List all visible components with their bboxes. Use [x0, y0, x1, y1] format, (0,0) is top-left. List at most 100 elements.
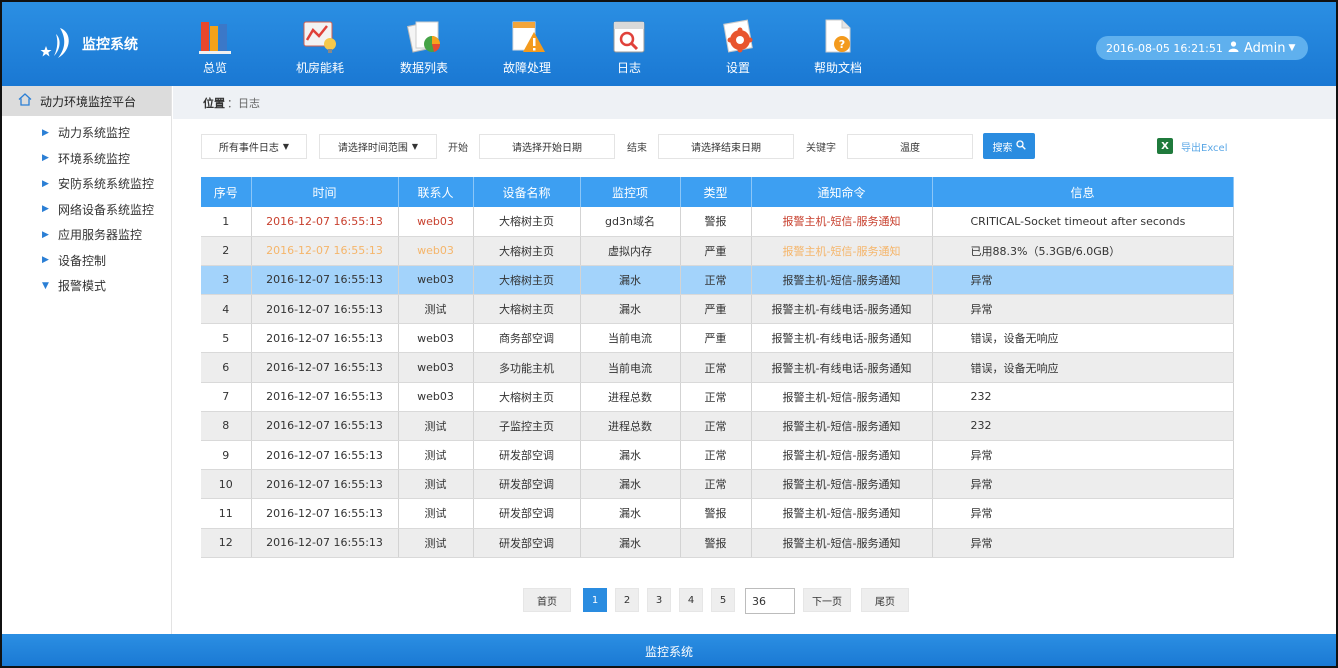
caret-right-icon: ▶: [42, 255, 49, 266]
last-page-button[interactable]: 尾页: [861, 588, 909, 612]
next-page-button[interactable]: 下一页: [803, 588, 851, 612]
cell-contact: 测试: [398, 294, 474, 325]
start-date-input[interactable]: 请选择开始日期: [479, 134, 615, 159]
table-row[interactable]: 9 2016-12-07 16:55:13 测试 研发部空调 漏水 正常 报警主机-短信-服…: [201, 440, 1234, 471]
cell-monitor-item: 漏水: [580, 528, 681, 558]
first-page-button[interactable]: 首页: [523, 588, 571, 612]
column-header-no[interactable]: 序号: [201, 177, 252, 207]
table-row[interactable]: 12 2016-12-07 16:55:13 测试 研发部空调 漏水 警报 报警主机-短信-…: [201, 528, 1234, 558]
cell-contact: web03: [398, 352, 474, 383]
breadcrumb-current[interactable]: 日志: [238, 95, 260, 111]
cell-monitor-item: 漏水: [580, 265, 681, 296]
nav-settings[interactable]: 设置: [698, 16, 778, 78]
table-row[interactable]: 11 2016-12-07 16:55:13 测试 研发部空调 漏水 警报 报警主机-短信-…: [201, 498, 1234, 529]
page-jump-input[interactable]: [745, 588, 795, 614]
table-row[interactable]: 3 2016-12-07 16:55:13 web03 大榕树主页 漏水 正常 报警主机-短…: [201, 265, 1234, 296]
cell-contact: 测试: [398, 528, 474, 558]
page-1-button[interactable]: 1: [583, 588, 607, 612]
cell-info: 错误，设备无响应: [932, 323, 1234, 354]
cell-no: 11: [201, 498, 252, 529]
cell-device: 研发部空调: [473, 440, 581, 471]
cell-info: 232: [932, 382, 1234, 412]
cell-notify-command: 报警主机-有线电话-服务通知: [751, 323, 933, 354]
cell-type: 正常: [680, 265, 752, 296]
sidebar-item-network[interactable]: ▶ 网络设备系统监控: [2, 197, 171, 223]
nav-help-docs[interactable]: ? 帮助文档: [798, 16, 878, 78]
table-header-row: 序号 时间 联系人 设备名称 监控项 类型 通知命令 信息: [201, 177, 1234, 207]
search-icon: [1015, 139, 1026, 153]
table-row[interactable]: 1 2016-12-07 16:55:13 web03 大榕树主页 gd3n域名 警报 报警…: [201, 207, 1234, 237]
table-row[interactable]: 2 2016-12-07 16:55:13 web03 大榕树主页 虚拟内存 严重 报警主机…: [201, 236, 1234, 266]
sidebar-item-alarm-mode[interactable]: ▼ 报警模式: [2, 273, 171, 299]
cell-type: 警报: [680, 528, 752, 558]
column-header-notify-command[interactable]: 通知命令: [751, 177, 933, 207]
cell-time: 2016-12-07 16:55:13: [251, 352, 399, 383]
sidebar-item-security[interactable]: ▶ 安防系统系统监控: [2, 171, 171, 197]
breadcrumb-separator: ：: [227, 96, 238, 110]
cell-no: 5: [201, 323, 252, 354]
nav-label: 故障处理: [502, 61, 551, 75]
cell-notify-command: 报警主机-有线电话-服务通知: [751, 294, 933, 325]
start-label: 开始: [448, 143, 468, 154]
app-logo[interactable]: 监控系统: [38, 24, 168, 64]
nav-energy[interactable]: 机房能耗: [280, 16, 360, 78]
search-button[interactable]: 搜索: [983, 133, 1035, 159]
time-range-select[interactable]: 请选择时间范围 ▼: [319, 134, 437, 159]
cell-info: 异常: [932, 265, 1234, 296]
nav-fault-handling[interactable]: 故障处理: [487, 16, 567, 78]
page-4-button[interactable]: 4: [679, 588, 703, 612]
column-header-info[interactable]: 信息: [932, 177, 1234, 207]
cell-time: 2016-12-07 16:55:13: [251, 469, 399, 500]
cell-device: 大榕树主页: [473, 294, 581, 325]
cell-notify-command: 报警主机-有线电话-服务通知: [751, 352, 933, 383]
sidebar-item-app-server[interactable]: ▶ 应用服务器监控: [2, 222, 171, 248]
cell-type: 警报: [680, 498, 752, 529]
cell-contact: 测试: [398, 440, 474, 471]
column-header-type[interactable]: 类型: [680, 177, 752, 207]
nav-overview[interactable]: 总览: [175, 16, 255, 78]
table-row[interactable]: 7 2016-12-07 16:55:13 web03 大榕树主页 进程总数 正常 报警主机…: [201, 382, 1234, 412]
warning-icon: [487, 16, 567, 56]
export-excel-button[interactable]: X 导出Excel: [1157, 138, 1228, 154]
cell-info: 错误，设备无响应: [932, 352, 1234, 383]
cell-monitor-item: 漏水: [580, 294, 681, 325]
page-3-button[interactable]: 3: [647, 588, 671, 612]
nav-data-list[interactable]: 数据列表: [384, 16, 464, 78]
cell-monitor-item: 当前电流: [580, 352, 681, 383]
table-row[interactable]: 6 2016-12-07 16:55:13 web03 多功能主机 当前电流 正常 报警主机…: [201, 352, 1234, 383]
page-5-button[interactable]: 5: [711, 588, 735, 612]
cell-info: CRITICAL-Socket timeout after seconds: [932, 207, 1234, 237]
event-type-select[interactable]: 所有事件日志 ▼: [201, 134, 307, 159]
time-range-value: 请选择时间范围: [337, 143, 408, 154]
user-menu[interactable]: Admin ▼: [1228, 36, 1295, 60]
cell-device: 子监控主页: [473, 411, 581, 442]
cell-device: 大榕树主页: [473, 236, 581, 266]
cell-contact: web03: [398, 207, 474, 237]
column-header-device[interactable]: 设备名称: [473, 177, 581, 207]
keyword-input[interactable]: 温度: [847, 134, 973, 159]
cell-contact: web03: [398, 265, 474, 296]
column-header-time[interactable]: 时间: [251, 177, 399, 207]
sidebar-title: 动力环境监控平台: [40, 94, 137, 109]
data-list-icon: [384, 16, 464, 56]
column-header-monitor-item[interactable]: 监控项: [580, 177, 681, 207]
sidebar-item-environment[interactable]: ▶ 环境系统监控: [2, 146, 171, 172]
cell-time: 2016-12-07 16:55:13: [251, 528, 399, 558]
sidebar-item-label: 网络设备系统监控: [58, 202, 155, 217]
sidebar-item-device-control[interactable]: ▶ 设备控制: [2, 248, 171, 274]
sidebar-item-power[interactable]: ▶ 动力系统监控: [2, 120, 171, 146]
table-row[interactable]: 4 2016-12-07 16:55:13 测试 大榕树主页 漏水 严重 报警主机-有线电话…: [201, 294, 1234, 325]
end-date-input[interactable]: 请选择结束日期: [658, 134, 794, 159]
nav-log[interactable]: 日志: [589, 16, 669, 78]
cell-device: 大榕树主页: [473, 265, 581, 296]
nav-label: 机房能耗: [295, 61, 344, 75]
table-row[interactable]: 8 2016-12-07 16:55:13 测试 子监控主页 进程总数 正常 报警主机-短信…: [201, 411, 1234, 442]
cell-type: 警报: [680, 207, 752, 237]
column-header-contact[interactable]: 联系人: [398, 177, 474, 207]
cell-info: 已用88.3%（5.3GB/6.0GB）: [932, 236, 1234, 266]
log-table: 序号 时间 联系人 设备名称 监控项 类型 通知命令 信息 1 2016-12-0…: [201, 177, 1234, 558]
sidebar-header[interactable]: 动力环境监控平台: [2, 86, 171, 116]
table-row[interactable]: 5 2016-12-07 16:55:13 web03 商务部空调 当前电流 严重 报警主机…: [201, 323, 1234, 354]
page-2-button[interactable]: 2: [615, 588, 639, 612]
table-row[interactable]: 10 2016-12-07 16:55:13 测试 研发部空调 漏水 正常 报警主机-短信-…: [201, 469, 1234, 500]
